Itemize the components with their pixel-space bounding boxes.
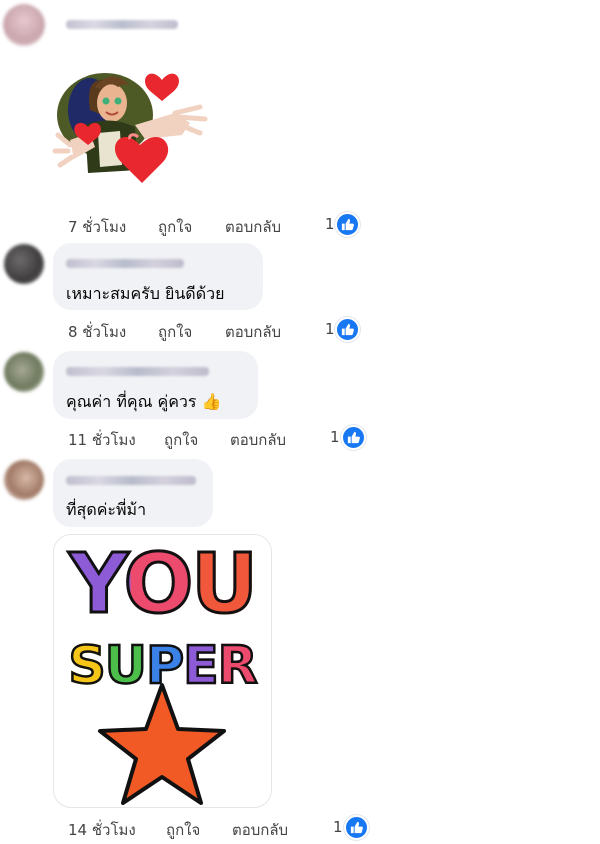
like-action[interactable]: ถูกใจ [158,320,192,344]
commenter-name[interactable] [66,20,178,29]
comment-time[interactable]: 7 ชั่วโมง [68,215,126,239]
like-icon[interactable] [341,425,366,450]
like-action[interactable]: ถูกใจ [166,818,200,842]
reply-action[interactable]: ตอบกลับ [225,215,281,239]
reaction-count[interactable]: 1 [325,320,335,338]
sticker-super-text: SUPER [67,635,259,698]
you-super-sticker: YOU SUPER [53,534,272,808]
reply-action[interactable]: ตอบกลับ [232,818,288,842]
commenter-name[interactable] [66,259,184,268]
comment-text: คุณค่า ที่คุณ คู่ควร 👍 [66,390,222,415]
reply-action[interactable]: ตอบกลับ [230,428,286,452]
sticker-line-you: YOU [54,536,271,634]
reaction-count[interactable]: 1 [333,818,343,836]
like-icon[interactable] [335,212,360,237]
reply-action[interactable]: ตอบกลับ [225,320,281,344]
commenter-name[interactable] [66,476,196,485]
comment-text: ที่สุดค่ะพี่ม้า [66,500,147,519]
reaction-count[interactable]: 1 [325,215,335,233]
avatar-sticker [50,55,210,190]
like-action[interactable]: ถูกใจ [158,215,192,239]
comment-actions: 8 ชั่วโมง ถูกใจ ตอบกลับ [68,320,338,341]
avatar[interactable] [4,460,44,500]
comment-actions: 7 ชั่วโมง ถูกใจ ตอบกลับ [68,215,338,236]
comment-text-content: คุณค่า ที่คุณ คู่ควร [66,392,197,411]
commenter-name[interactable] [66,367,209,376]
comment-actions: 14 ชั่วโมง ถูกใจ ตอบกลับ [68,818,348,839]
comment-actions: 11 ชั่วโมง ถูกใจ ตอบกลับ [68,428,348,449]
avatar[interactable] [4,244,44,284]
avatar[interactable] [3,4,45,46]
comment-time[interactable]: 14 ชั่วโมง [68,818,136,842]
avatar[interactable] [4,352,44,392]
sticker-you-text: YOU [68,536,260,634]
comment-text: เหมาะสมครับ ยินดีด้วย [66,284,225,303]
like-action[interactable]: ถูกใจ [164,428,198,452]
like-icon[interactable] [335,317,360,342]
sticker-line-super: SUPER [54,635,271,698]
comment-time[interactable]: 11 ชั่วโมง [68,428,136,452]
comment-time[interactable]: 8 ชั่วโมง [68,320,126,344]
thumbs-up-emoji-icon: 👍 [201,392,222,411]
reaction-count[interactable]: 1 [330,428,340,446]
like-icon[interactable] [344,815,369,840]
